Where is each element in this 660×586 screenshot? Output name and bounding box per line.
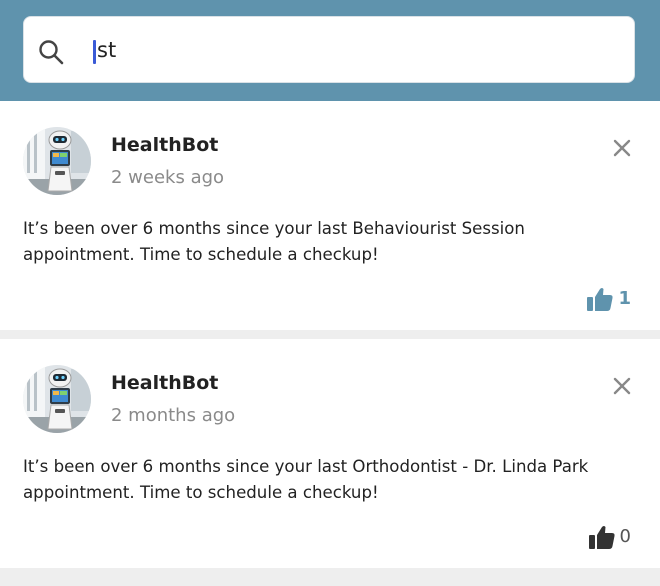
notification-time: 2 months ago [111,405,236,426]
close-icon[interactable] [609,135,635,161]
search-input[interactable]: st [97,36,116,64]
like-button[interactable]: 1 [587,287,631,311]
like-count: 0 [619,526,631,547]
notification-card: HealthBot 2 weeks ago It’s been over 6 m… [0,101,660,330]
like-count: 1 [618,288,631,309]
search-header: st [0,0,660,101]
robot-avatar-image [23,365,91,433]
thumbs-up-icon [588,526,615,549]
text-caret [93,40,96,64]
notification-message: It’s been over 6 months since your last … [23,457,589,502]
notification-message: It’s been over 6 months since your last … [23,219,525,264]
avatar [23,365,91,433]
like-button[interactable]: 0 [588,525,631,549]
thumbs-up-icon [587,288,614,311]
notification-card: HealthBot 2 months ago It’s been over 6 … [0,339,660,568]
notification-author: HealthBot [111,372,219,394]
close-icon[interactable] [609,373,635,399]
notification-time: 2 weeks ago [111,167,225,188]
robot-avatar-image [23,127,91,195]
avatar [23,127,91,195]
search-box[interactable]: st [23,16,635,83]
search-icon [39,40,64,65]
notification-author: HealthBot [111,134,219,156]
